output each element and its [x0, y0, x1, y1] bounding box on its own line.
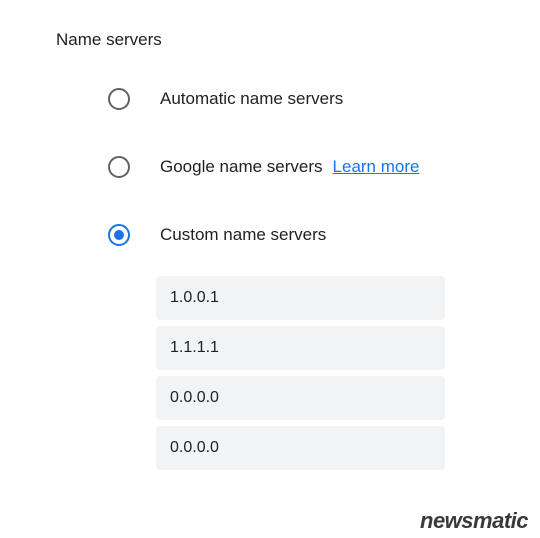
nameserver-input-2[interactable] [156, 326, 445, 370]
learn-more-link[interactable]: Learn more [333, 157, 420, 177]
radio-label-google: Google name servers [160, 157, 323, 177]
nameserver-input-4[interactable] [156, 426, 445, 470]
radio-option-automatic[interactable]: Automatic name servers [0, 88, 540, 110]
radio-label-automatic: Automatic name servers [160, 89, 343, 109]
radio-icon-selected [108, 224, 130, 246]
radio-icon [108, 156, 130, 178]
section-title: Name servers [0, 0, 540, 50]
radio-label-custom: Custom name servers [160, 225, 326, 245]
radio-option-google[interactable]: Google name servers Learn more [0, 156, 540, 178]
name-server-options: Automatic name servers Google name serve… [0, 50, 540, 246]
nameserver-input-3[interactable] [156, 376, 445, 420]
watermark: newsmatic [420, 508, 528, 534]
radio-option-custom[interactable]: Custom name servers [0, 224, 540, 246]
radio-icon [108, 88, 130, 110]
custom-servers-inputs [0, 266, 540, 476]
nameserver-input-1[interactable] [156, 276, 445, 320]
